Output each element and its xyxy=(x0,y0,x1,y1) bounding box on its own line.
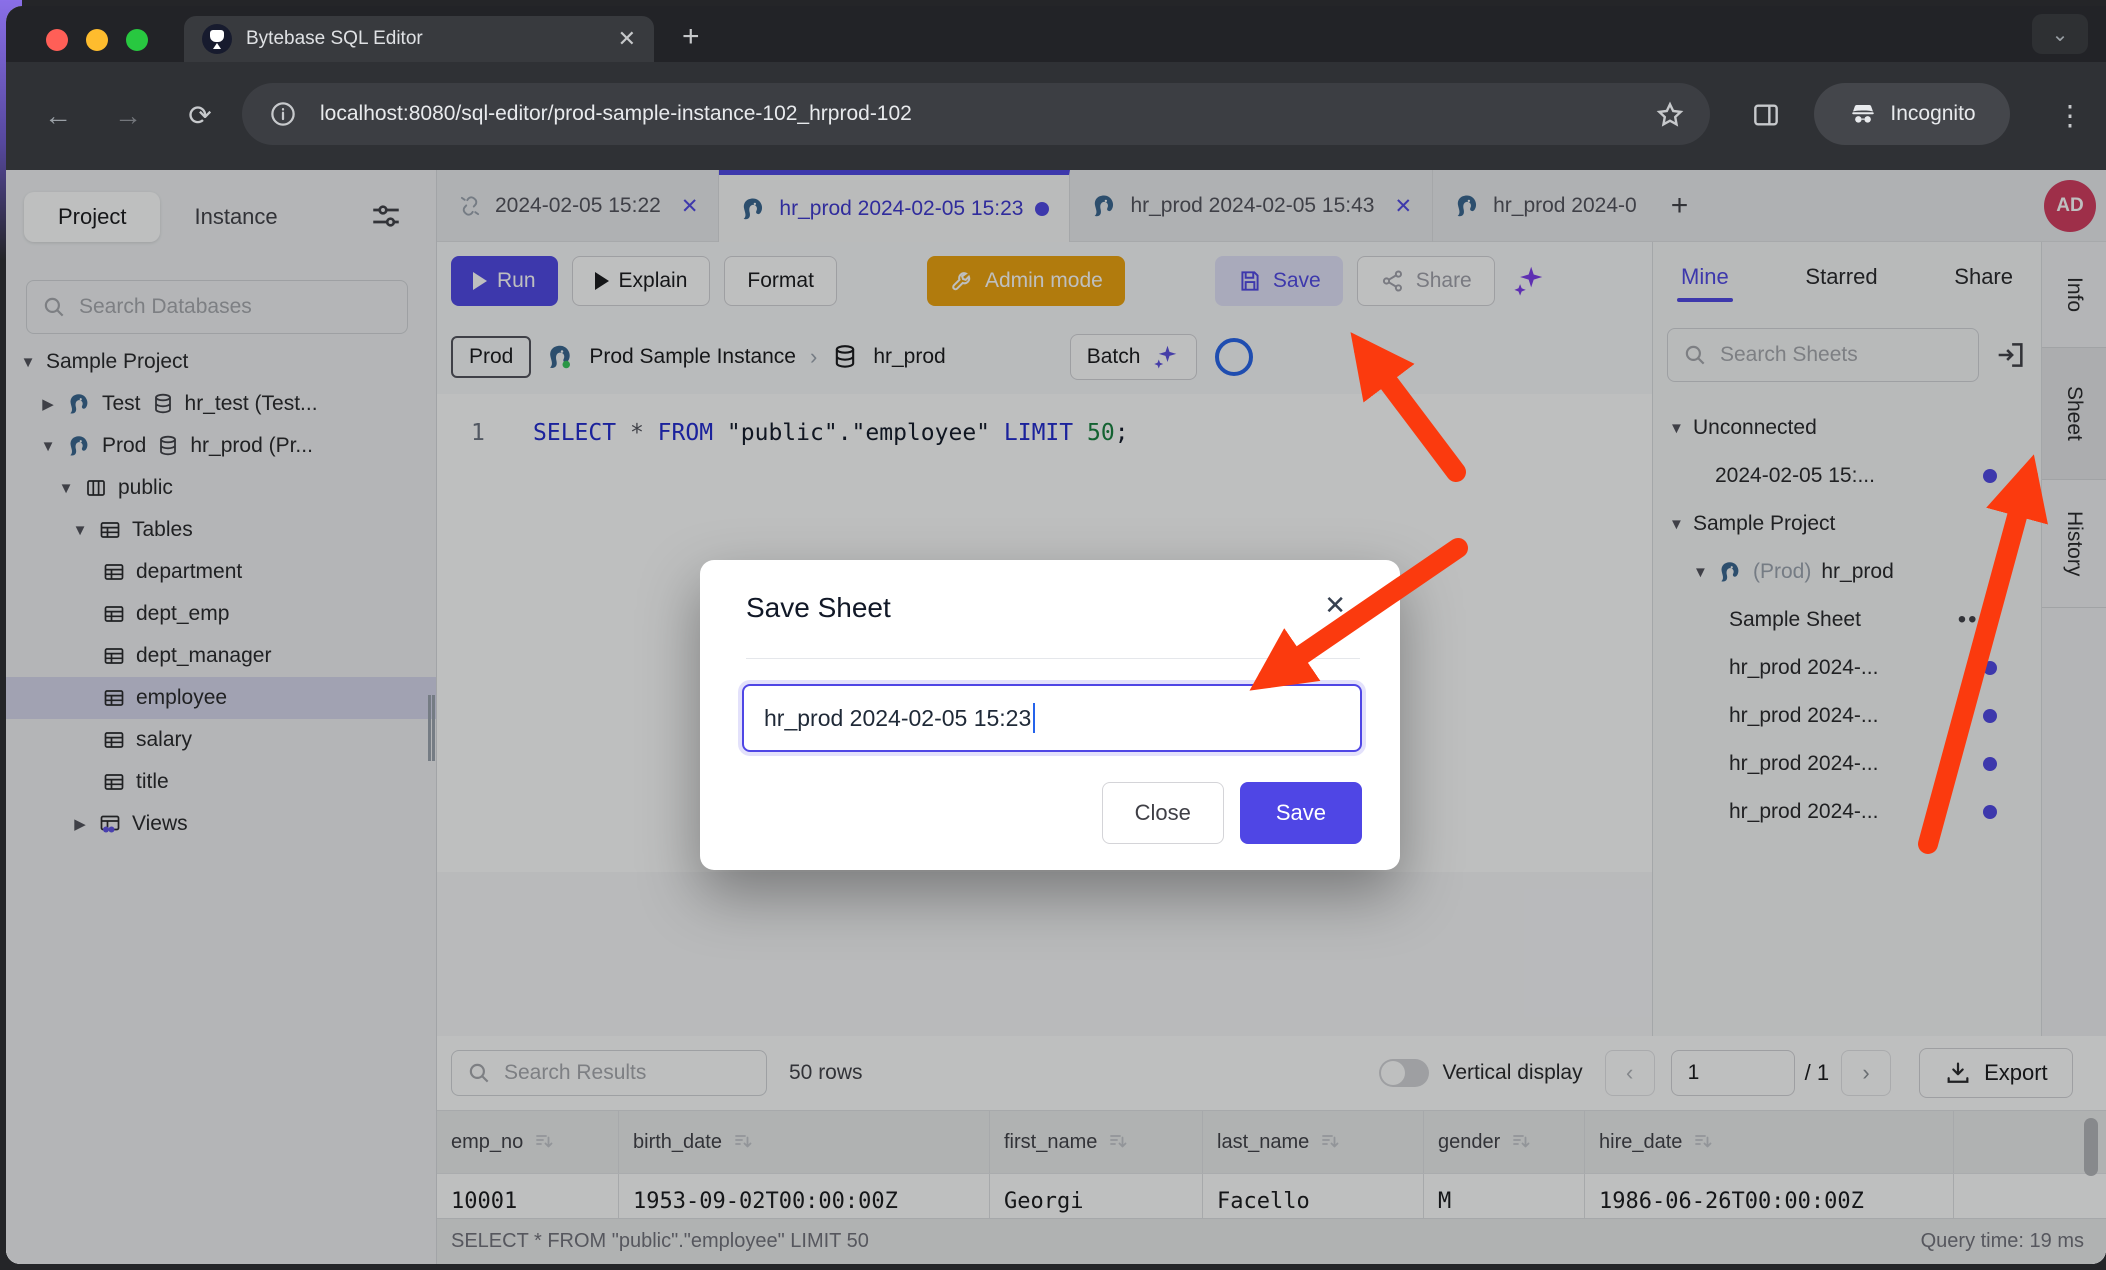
bytebase-favicon xyxy=(202,24,232,54)
browser-tabstrip: Bytebase SQL Editor ✕ + ⌄ xyxy=(6,6,2106,62)
side-panel-icon[interactable] xyxy=(1750,99,1782,136)
incognito-label: Incognito xyxy=(1890,102,1975,126)
bookmark-star-icon[interactable] xyxy=(1654,99,1686,136)
new-tab-button[interactable]: + xyxy=(682,20,700,54)
incognito-icon xyxy=(1848,99,1878,129)
text-caret xyxy=(1033,703,1035,733)
browser-menu-icon[interactable]: ⋮ xyxy=(2054,100,2086,132)
window-minimize-button[interactable] xyxy=(86,29,108,51)
browser-tab-close-icon[interactable]: ✕ xyxy=(618,26,636,52)
tab-search-button[interactable]: ⌄ xyxy=(2032,14,2088,54)
modal-divider xyxy=(746,658,1360,659)
site-info-icon[interactable] xyxy=(268,99,298,129)
forward-button[interactable]: → xyxy=(112,100,144,132)
browser-tab-title: Bytebase SQL Editor xyxy=(246,28,423,50)
back-button[interactable]: ← xyxy=(42,100,74,132)
browser-navbar: ← → ⟳ localhost:8080/sql-editor/prod-sam… xyxy=(6,62,2106,170)
browser-window: Bytebase SQL Editor ✕ + ⌄ ← → ⟳ localhos… xyxy=(6,6,2106,1264)
url-text: localhost:8080/sql-editor/prod-sample-in… xyxy=(320,102,912,126)
window-close-button[interactable] xyxy=(46,29,68,51)
modal-title: Save Sheet xyxy=(746,592,891,624)
incognito-badge: Incognito xyxy=(1814,83,2010,145)
modal-close-icon[interactable]: ✕ xyxy=(1324,590,1346,621)
modal-close-button[interactable]: Close xyxy=(1102,782,1224,844)
save-sheet-modal: Save Sheet ✕ hr_prod 2024-02-05 15:23 Cl… xyxy=(700,560,1400,870)
browser-tab[interactable]: Bytebase SQL Editor ✕ xyxy=(184,16,654,62)
modal-save-button[interactable]: Save xyxy=(1240,782,1362,844)
sheet-name-value: hr_prod 2024-02-05 15:23 xyxy=(764,705,1031,732)
url-bar[interactable]: localhost:8080/sql-editor/prod-sample-in… xyxy=(242,83,1710,145)
window-zoom-button[interactable] xyxy=(126,29,148,51)
reload-button[interactable]: ⟳ xyxy=(184,100,216,132)
sheet-name-input[interactable]: hr_prod 2024-02-05 15:23 xyxy=(742,684,1362,752)
